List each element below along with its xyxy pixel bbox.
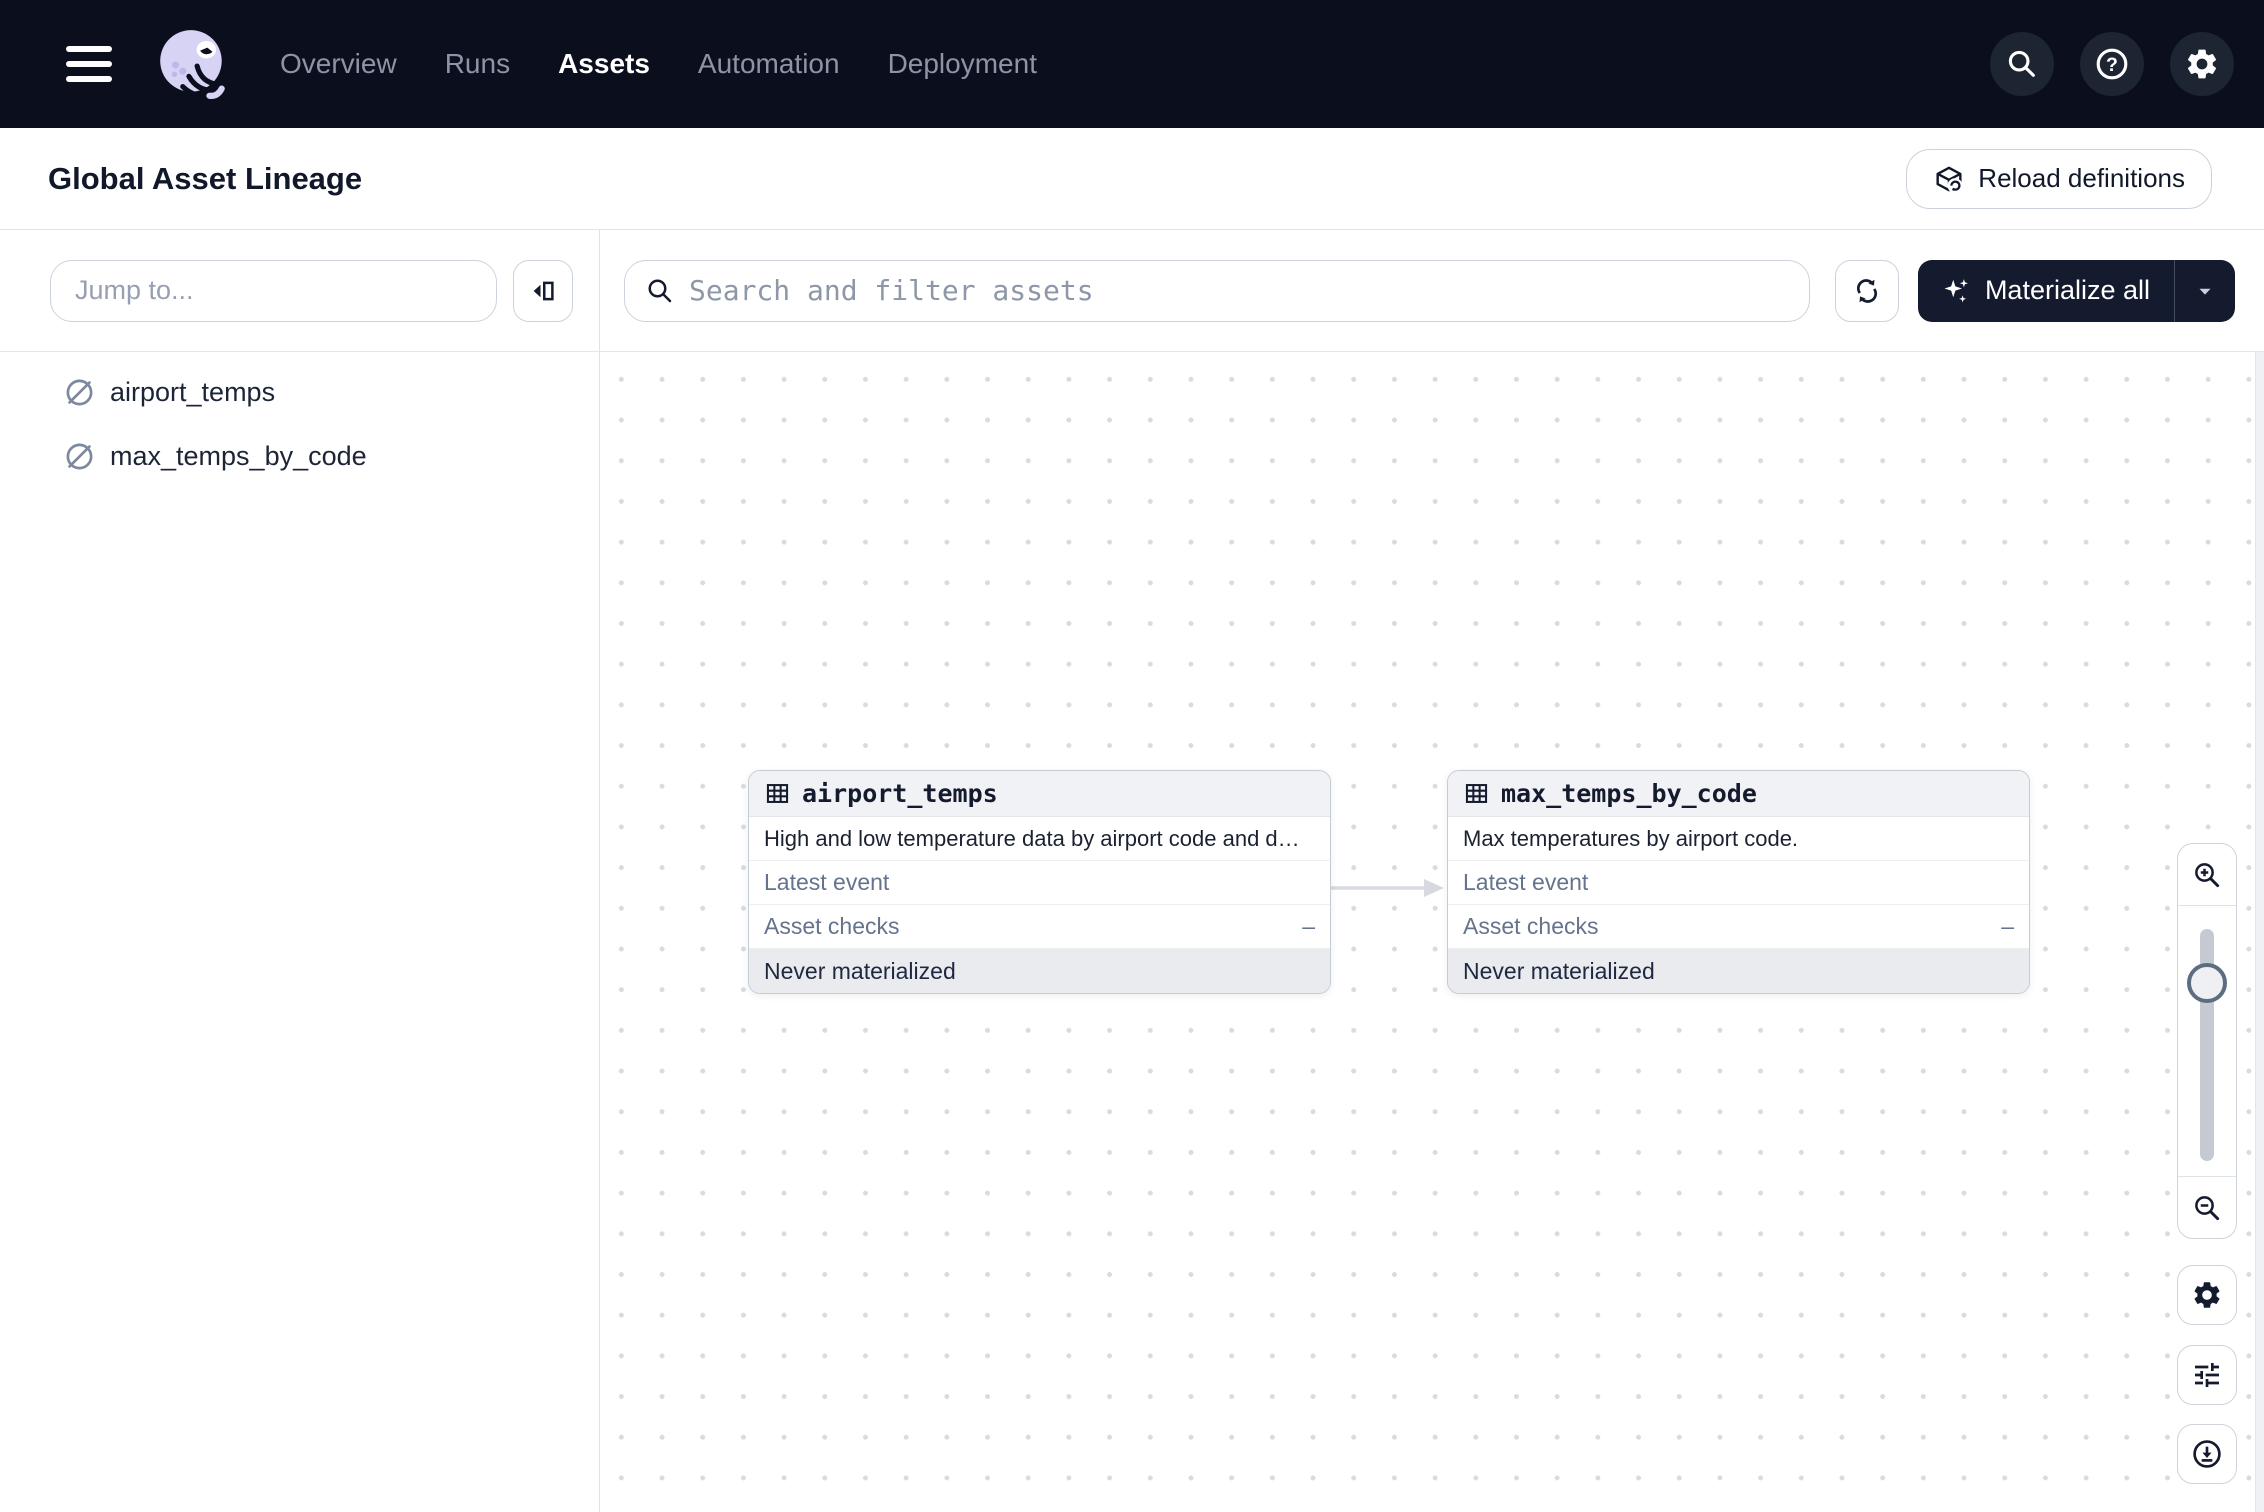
latest-event-row: Latest event: [749, 861, 1330, 905]
help-button[interactable]: ?: [2080, 32, 2144, 96]
asset-checks-label: Asset checks: [1463, 913, 1599, 940]
nav-overview[interactable]: Overview: [280, 48, 397, 80]
sparkle-icon: [1942, 276, 1972, 306]
lineage-graph-pane: Materialize all: [600, 230, 2264, 1512]
graph-filters-button[interactable]: [2177, 1345, 2237, 1405]
refresh-button[interactable]: [1835, 260, 1899, 322]
asset-node-title: airport_temps: [802, 779, 998, 808]
reload-cube-icon: [1933, 163, 1965, 195]
reload-definitions-button[interactable]: Reload definitions: [1906, 149, 2212, 209]
collapse-sidebar-button[interactable]: [513, 260, 573, 322]
vertical-scrollbar[interactable]: [2255, 352, 2264, 1512]
collapse-panel-icon: [528, 276, 558, 306]
top-navigation-bar: Overview Runs Assets Automation Deployme…: [0, 0, 2264, 128]
zoom-in-button[interactable]: [2178, 844, 2236, 906]
materialize-all-button[interactable]: Materialize all: [1918, 260, 2174, 322]
help-icon: ?: [2094, 46, 2130, 82]
asset-search-field[interactable]: [624, 260, 1810, 322]
asset-list: airport_temps max_temps_by_code: [0, 352, 599, 488]
lineage-edge-arrow: [1323, 877, 1455, 899]
filter-sliders-icon: [2191, 1359, 2223, 1391]
materialize-all-label: Materialize all: [1985, 275, 2150, 306]
dagster-logo[interactable]: [152, 23, 234, 105]
primary-nav: Overview Runs Assets Automation Deployme…: [280, 48, 1037, 80]
asset-node-max-temps-by-code[interactable]: max_temps_by_code Max temperatures by ai…: [1447, 770, 2030, 994]
zoom-in-icon: [2192, 860, 2222, 890]
search-icon: [2005, 47, 2039, 81]
materialization-status: Never materialized: [1448, 949, 2029, 993]
nav-assets[interactable]: Assets: [558, 48, 650, 80]
lineage-canvas[interactable]: airport_temps High and low temperature d…: [600, 352, 2264, 1512]
asset-node-description: High and low temperature data by airport…: [749, 817, 1330, 861]
graph-toolbar: Materialize all: [600, 230, 2264, 352]
nav-runs[interactable]: Runs: [445, 48, 510, 80]
latest-event-label: Latest event: [764, 869, 889, 896]
page-title: Global Asset Lineage: [48, 161, 362, 197]
asset-checks-row: Asset checks –: [749, 905, 1330, 949]
table-icon: [764, 780, 791, 807]
asset-search-input[interactable]: [689, 274, 1789, 307]
asset-checks-label: Asset checks: [764, 913, 900, 940]
asset-checks-value: –: [1302, 913, 1315, 940]
nav-deployment[interactable]: Deployment: [888, 48, 1037, 80]
download-graph-button[interactable]: [2177, 1424, 2237, 1484]
settings-button[interactable]: [2170, 32, 2234, 96]
asset-node-title: max_temps_by_code: [1501, 779, 1757, 808]
materialize-all-split-button: Materialize all: [1918, 260, 2235, 322]
asset-checks-row: Asset checks –: [1448, 905, 2029, 949]
reload-definitions-label: Reload definitions: [1978, 163, 2185, 194]
gear-icon: [2191, 1279, 2223, 1311]
zoom-slider-handle[interactable]: [2187, 963, 2227, 1003]
gear-icon: [2184, 46, 2220, 82]
zoom-out-button[interactable]: [2178, 1176, 2236, 1238]
nav-automation[interactable]: Automation: [698, 48, 840, 80]
page-header: Global Asset Lineage Reload definitions: [0, 128, 2264, 230]
table-icon: [1463, 780, 1490, 807]
svg-text:?: ?: [2106, 54, 2118, 76]
never-materialized-icon: [64, 377, 95, 408]
materialize-options-button[interactable]: [2175, 260, 2235, 322]
materialization-status: Never materialized: [749, 949, 1330, 993]
asset-list-item-label: airport_temps: [110, 377, 275, 408]
never-materialized-icon: [64, 441, 95, 472]
latest-event-label: Latest event: [1463, 869, 1588, 896]
graph-settings-button[interactable]: [2177, 1265, 2237, 1325]
asset-sidebar: airport_temps max_temps_by_code: [0, 230, 600, 1512]
latest-event-row: Latest event: [1448, 861, 2029, 905]
asset-checks-value: –: [2001, 913, 2014, 940]
download-icon: [2191, 1438, 2223, 1470]
chevron-down-icon: [2194, 280, 2216, 302]
zoom-control-panel: [2177, 843, 2237, 1239]
search-button[interactable]: [1990, 32, 2054, 96]
jump-to-input[interactable]: [50, 260, 497, 322]
refresh-icon: [1851, 275, 1883, 307]
asset-list-item-label: max_temps_by_code: [110, 441, 367, 472]
asset-node-airport-temps[interactable]: airport_temps High and low temperature d…: [748, 770, 1331, 994]
asset-list-item-airport-temps[interactable]: airport_temps: [0, 360, 599, 424]
menu-icon[interactable]: [66, 46, 112, 82]
zoom-out-icon: [2192, 1193, 2222, 1223]
asset-list-item-max-temps-by-code[interactable]: max_temps_by_code: [0, 424, 599, 488]
search-icon: [645, 276, 675, 306]
asset-node-description: Max temperatures by airport code.: [1448, 817, 2029, 861]
